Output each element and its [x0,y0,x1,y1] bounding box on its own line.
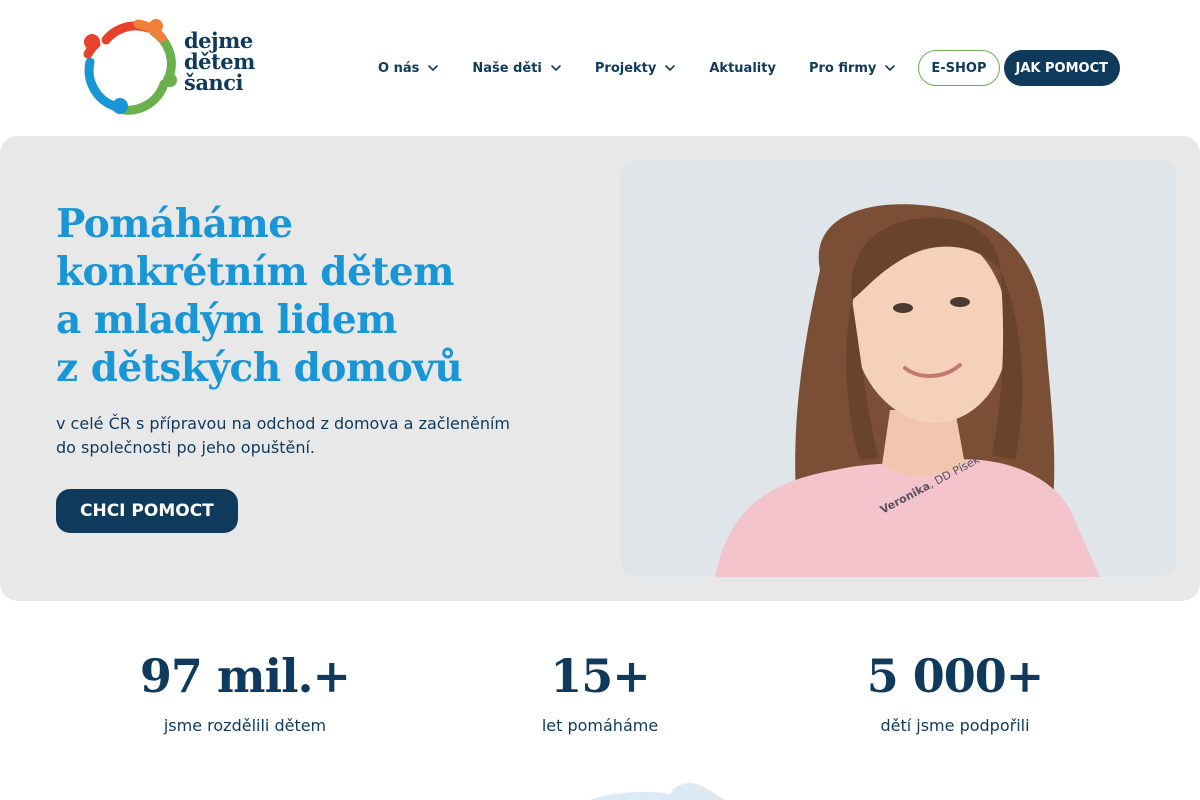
chevron-down-icon [665,65,676,72]
eshop-button[interactable]: E-SHOP [918,50,1000,86]
nav-item-projekty[interactable]: Projekty [595,61,676,76]
main-nav: O nás Naše děti Projekty Aktuality Pro f… [378,50,1120,86]
stat-value: 15+ [550,649,651,703]
cloud-decoration-icon [590,783,725,800]
nav-item-label: Naše děti [472,60,542,76]
nav-item-nase-deti[interactable]: Naše děti [472,61,562,76]
stat-item: 15+ let pomáháme [450,640,750,736]
chevron-down-icon [551,65,561,72]
stat-value: 5 000+ [866,649,1045,703]
stat-label: dětí jsme podpořili [880,716,1030,735]
stat-label: jsme rozdělili dětem [163,716,327,735]
stat-item: 97 mil.+ jsme rozdělili dětem [95,640,395,736]
hero-subtitle-line: v celé ČR s přípravou na odchod z domova… [56,414,511,433]
chevron-down-icon [885,65,896,72]
hero-subtitle: v celé ČR s přípravou na odchod z domova… [56,412,516,460]
logo-text: dejme dětem šanci [184,30,255,93]
nav-item-label: Projekty [594,60,657,76]
logo-line: dětem [184,49,255,74]
stat-value: 97 mil.+ [139,649,351,703]
nav-item-label: Pro firmy [808,60,877,76]
logo-line: šanci [184,70,243,95]
logo[interactable]: dejme dětem šanci [78,18,288,118]
logo-circle-icon [83,19,177,115]
hero-title-line: Pomáháme [56,201,293,247]
hero-section: Pomáháme konkrétním dětem a mladým lidem… [0,136,1200,601]
nav-item-label: Aktuality [709,60,776,76]
hero-subtitle-line: do společnosti po jeho opuštění. [56,438,316,457]
logo-line: dejme [184,28,253,53]
hero-title-line: konkrétním dětem [56,249,454,295]
chevron-down-icon [428,65,439,72]
girl-portrait-illustration [715,204,1100,577]
hero-title-line: z dětských domovů [56,345,463,391]
stat-label: let pomáháme [541,716,659,735]
hero-title: Pomáháme konkrétním dětem a mladým lidem… [56,200,596,392]
want-to-help-button[interactable]: CHCI POMOCT [56,489,238,533]
nav-item-aktuality[interactable]: Aktuality [709,61,776,76]
stat-item: 5 000+ dětí jsme podpořili [805,640,1105,736]
nav-item-label: O nás [378,60,420,76]
stats-section: 97 mil.+ jsme rozdělili dětem 15+ let po… [0,640,1200,750]
nav-item-pro-firmy[interactable]: Pro firmy [809,61,896,76]
nav-item-o-nas[interactable]: O nás [378,61,439,76]
hero-photo: Veronika, DD Písek [620,160,1176,577]
how-to-help-button[interactable]: JAK POMOCT [1003,50,1120,86]
hero-title-line: a mladým lidem [56,297,397,343]
site-header: dejme dětem šanci O nás Naše děti Projek… [0,0,1200,136]
